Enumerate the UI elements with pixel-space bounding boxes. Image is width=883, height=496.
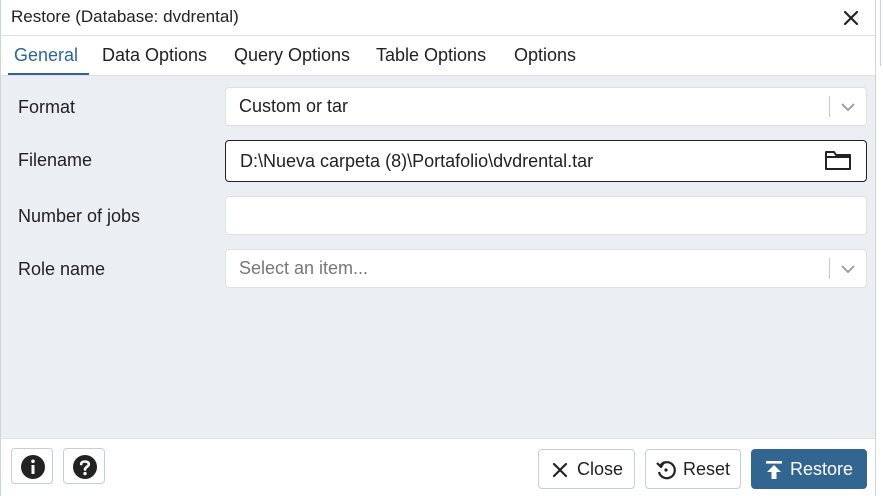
help-icon (73, 455, 97, 479)
chevron-down-icon[interactable] (840, 99, 856, 115)
info-icon (21, 455, 45, 479)
title-bar[interactable]: Restore (Database: dvdrental) (1, 0, 875, 36)
folder-icon[interactable] (824, 149, 852, 171)
tab-query-options[interactable]: Query Options (228, 36, 356, 75)
role-select[interactable]: Select an item... (225, 249, 867, 288)
restore-button-label: Restore (790, 459, 854, 479)
filename-value: D:\Nueva carpeta (8)\Portafolio\dvdrenta… (240, 151, 594, 171)
form-body: Format Custom or tar Filename D:\Nueva c… (1, 76, 875, 438)
background-divider (880, 0, 881, 66)
reset-button[interactable]: Reset (645, 449, 741, 489)
close-icon (552, 462, 568, 478)
tab-options[interactable]: Options (508, 36, 582, 75)
reset-button-label: Reset (683, 459, 731, 479)
filename-field[interactable]: D:\Nueva carpeta (8)\Portafolio\dvdrenta… (225, 140, 867, 182)
close-icon[interactable] (841, 8, 861, 28)
tab-bar: General Data Options Query Options Table… (1, 36, 875, 76)
tab-data-options[interactable]: Data Options (96, 36, 213, 75)
upload-icon (766, 461, 782, 479)
restore-button[interactable]: Restore (751, 449, 867, 489)
restore-dialog: Restore (Database: dvdrental) General Da… (0, 0, 876, 496)
close-button[interactable]: Close (538, 449, 635, 489)
close-button-label: Close (577, 459, 624, 479)
chevron-down-icon[interactable] (840, 261, 856, 277)
help-button[interactable] (63, 448, 105, 484)
select-separator (829, 258, 830, 279)
dialog-footer: Close Reset Restore (1, 438, 875, 496)
tab-table-options[interactable]: Table Options (370, 36, 492, 75)
select-separator (829, 96, 830, 117)
jobs-label: Number of jobs (18, 206, 141, 226)
role-placeholder: Select an item... (239, 258, 369, 278)
role-label: Role name (18, 259, 106, 279)
format-value: Custom or tar (239, 96, 349, 116)
info-button[interactable] (11, 448, 53, 484)
reset-icon (656, 461, 676, 480)
jobs-input[interactable] (225, 196, 867, 235)
tab-general[interactable]: General (8, 36, 89, 75)
format-select[interactable]: Custom or tar (225, 87, 867, 126)
dialog-title: Restore (Database: dvdrental) (11, 7, 239, 26)
format-label: Format (18, 97, 76, 117)
background-window-edge (876, 0, 883, 496)
filename-label: Filename (18, 150, 93, 170)
